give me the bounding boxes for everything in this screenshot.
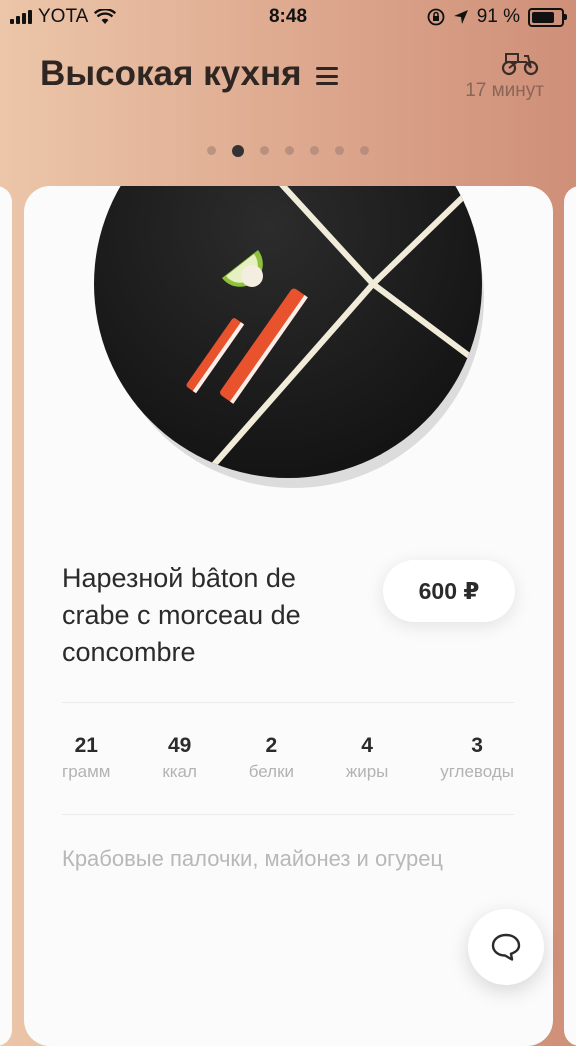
nutrition-stat-value: 49	[167, 734, 192, 757]
dish-card: Нарезной bâton de crabe c morceau de con…	[24, 186, 553, 1046]
divider	[62, 814, 514, 815]
nutrition-stat: 2 белки	[249, 734, 294, 782]
nutrition-stats: 21 грамм 49 ккал 2 белки 4 жиры 3 углеводы	[62, 734, 514, 782]
page-title: Высокая кухня	[40, 54, 302, 93]
nutrition-stat-value: 4	[361, 734, 373, 757]
nutrition-stat: 4 жиры	[346, 734, 389, 782]
pager-dot[interactable]	[232, 144, 244, 157]
pager-dot[interactable]	[207, 146, 216, 155]
price-button[interactable]: 600 ₽	[383, 560, 515, 622]
dish-description: Крабовые палочки, майонез и огурец	[62, 846, 444, 871]
pager-dot[interactable]	[285, 146, 294, 155]
delivery-info: 17 минут	[465, 52, 544, 102]
dish-image	[94, 186, 484, 488]
pager-dot[interactable]	[360, 146, 369, 155]
battery-percent: 91 %	[476, 6, 520, 27]
delivery-time: 17 минут	[465, 80, 544, 101]
location-icon	[453, 10, 468, 24]
nutrition-stat-label: жиры	[345, 762, 389, 781]
delivery-bike-icon	[501, 53, 539, 76]
nutrition-stat-label: грамм	[62, 762, 111, 781]
dish-name: Нарезной bâton de crabe c morceau de con…	[62, 563, 301, 667]
status-bar: YOTA 8:48 91 %	[0, 0, 576, 34]
next-dish-card[interactable]	[564, 186, 576, 1046]
battery-icon	[528, 7, 567, 27]
divider	[62, 702, 514, 703]
rotation-lock-icon	[427, 8, 445, 26]
pager-dot[interactable]	[335, 146, 344, 155]
page-header: Высокая кухня	[40, 54, 338, 94]
nutrition-stat-label: ккал	[162, 762, 197, 781]
nutrition-stat-value: 2	[265, 734, 278, 757]
nutrition-stat: 3 углеводы	[440, 734, 514, 782]
carousel-pager	[0, 144, 576, 157]
nutrition-stat-value: 3	[471, 734, 483, 757]
nutrition-stat: 21 грамм	[62, 734, 111, 782]
nutrition-stat-label: углеводы	[440, 762, 514, 781]
nutrition-stat-value: 21	[74, 734, 98, 757]
previous-dish-card[interactable]	[0, 186, 12, 1046]
nutrition-stat: 49 ккал	[162, 734, 197, 782]
nutrition-stat-label: белки	[248, 762, 295, 781]
chat-button[interactable]	[468, 909, 544, 985]
pager-dot[interactable]	[260, 146, 269, 155]
hamburger-menu-icon[interactable]	[315, 67, 338, 85]
chat-bubble-icon	[491, 933, 521, 961]
pager-dot[interactable]	[310, 146, 319, 155]
